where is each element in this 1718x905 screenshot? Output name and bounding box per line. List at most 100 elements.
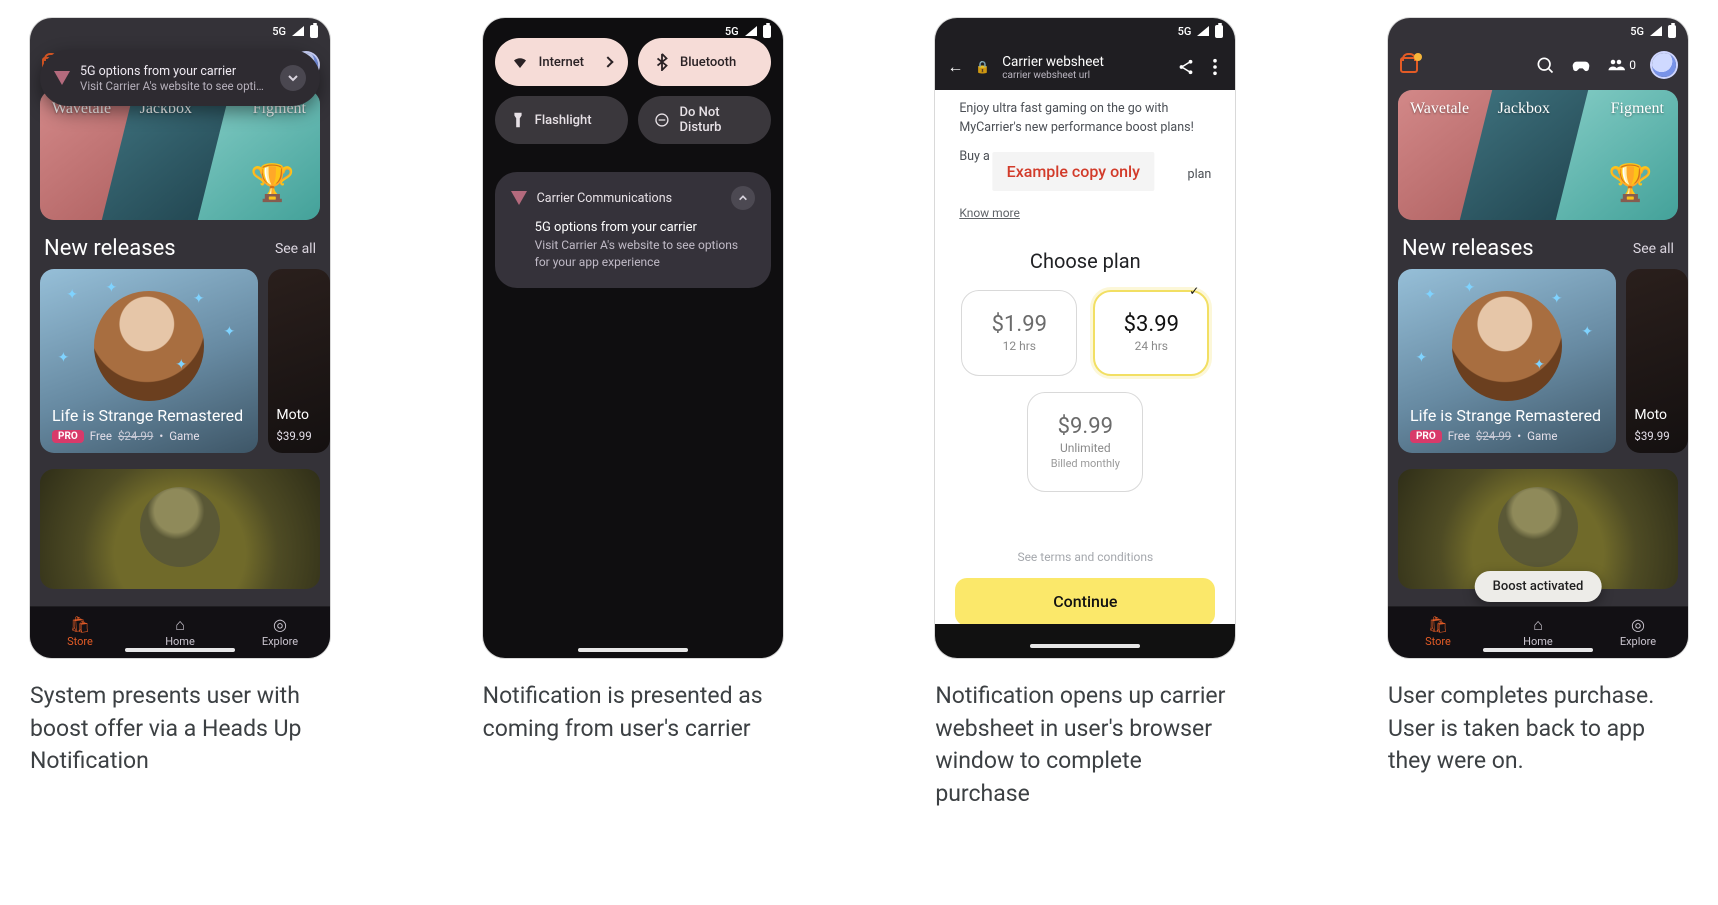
card2-title: Moto bbox=[276, 407, 309, 423]
more-icon[interactable] bbox=[1207, 58, 1223, 76]
plan-1[interactable]: $1.99 12 hrs bbox=[961, 290, 1077, 376]
card1-free: Free bbox=[1448, 429, 1470, 443]
gamepad-icon[interactable] bbox=[1571, 55, 1591, 75]
search-icon[interactable] bbox=[1535, 55, 1555, 75]
tab-home-label: Home bbox=[1523, 635, 1553, 648]
tab-explore[interactable]: ◎ Explore bbox=[1588, 607, 1688, 658]
status-network: 5G bbox=[1630, 25, 1644, 38]
qs-flashlight-label: Flashlight bbox=[535, 113, 592, 128]
section-title: New releases bbox=[44, 236, 176, 261]
battery-icon bbox=[1215, 25, 1223, 38]
see-all-link[interactable]: See all bbox=[1633, 241, 1674, 257]
caption-4: User completes purchase. User is taken b… bbox=[1388, 680, 1688, 778]
battery-icon bbox=[310, 25, 318, 38]
caption-1: System presents user with boost offer vi… bbox=[30, 680, 330, 778]
card-row: ✦✦ ✦✦ ✦✦ Life is Strange Remastered PRO … bbox=[1388, 269, 1688, 453]
caption-3: Notification opens up carrier websheet i… bbox=[935, 680, 1235, 811]
device-1: 5G 0 Wavetale Jackbox Figment bbox=[30, 18, 330, 658]
step-3: 5G ← 🔒 Carrier websheet carrier websheet… bbox=[935, 18, 1235, 811]
card2-price: $39.99 bbox=[1634, 429, 1669, 443]
gift-icon[interactable] bbox=[1400, 57, 1418, 73]
store-topbar: 0 bbox=[1388, 46, 1688, 84]
example-overlay: Example copy only bbox=[993, 152, 1154, 191]
status-network: 5G bbox=[1178, 25, 1192, 38]
section-title: New releases bbox=[1402, 236, 1534, 261]
hero-title-2: Jackbox bbox=[1498, 100, 1550, 118]
plan-2[interactable]: $3.99 24 hrs bbox=[1093, 290, 1209, 376]
card-row: ✦✦ ✦✦ ✦✦ Life is Strange Remastered PRO … bbox=[30, 269, 330, 453]
share-icon[interactable] bbox=[1177, 58, 1195, 76]
explore-icon: ◎ bbox=[273, 617, 287, 633]
qs-internet[interactable]: Internet bbox=[495, 38, 628, 86]
hero-title-1: Wavetale bbox=[1410, 100, 1469, 118]
plan-3[interactable]: $9.99 Unlimited Billed monthly bbox=[1027, 392, 1143, 492]
home-icon: ⌂ bbox=[1533, 617, 1543, 633]
notif-title: 5G options from your carrier bbox=[535, 220, 755, 235]
home-indicator[interactable] bbox=[125, 648, 235, 652]
home-indicator[interactable] bbox=[578, 648, 688, 652]
game-card-2[interactable]: Moto $39.99 bbox=[1626, 269, 1688, 453]
card1-free: Free bbox=[90, 429, 112, 443]
card1-title: Life is Strange Remastered bbox=[52, 406, 246, 425]
tab-explore[interactable]: ◎ Explore bbox=[230, 607, 330, 658]
friends-count[interactable]: 0 bbox=[1607, 58, 1636, 72]
continue-button[interactable]: Continue bbox=[955, 578, 1215, 626]
home-indicator[interactable] bbox=[1483, 648, 1593, 652]
status-network: 5G bbox=[272, 25, 286, 38]
card1-dot: • bbox=[1517, 429, 1521, 443]
store-icon: 🛍 bbox=[70, 617, 90, 633]
dnd-icon bbox=[654, 111, 670, 129]
terms-link[interactable]: See terms and conditions bbox=[935, 550, 1235, 564]
tab-store[interactable]: 🛍 Store bbox=[30, 607, 130, 658]
hero-title-3: Figment bbox=[1611, 100, 1664, 118]
expand-button[interactable] bbox=[280, 65, 306, 91]
status-bar: 5G bbox=[30, 18, 330, 44]
secondary-banner[interactable] bbox=[40, 469, 320, 589]
status-bar: 5G bbox=[1388, 18, 1688, 44]
trophy-icon bbox=[1608, 162, 1648, 210]
game-card-1[interactable]: ✦✦ ✦✦ ✦✦ Life is Strange Remastered PRO … bbox=[1398, 269, 1616, 453]
heads-up-notification[interactable]: 5G options from your carrier Visit Carri… bbox=[40, 50, 320, 106]
lock-icon: 🔒 bbox=[975, 60, 990, 74]
pro-badge: PRO bbox=[52, 430, 84, 443]
websheet-toolbar: ← 🔒 Carrier websheet carrier websheet ur… bbox=[935, 44, 1235, 90]
card1-title: Life is Strange Remastered bbox=[1410, 406, 1604, 425]
plan-1-price: $1.99 bbox=[992, 312, 1047, 337]
carrier-signal-icon bbox=[511, 191, 527, 205]
plan-3-sub2: Billed monthly bbox=[1051, 457, 1120, 470]
choose-plan-heading: Choose plan bbox=[959, 246, 1211, 276]
card1-cat: Game bbox=[169, 429, 199, 443]
card2-price: $39.99 bbox=[276, 429, 311, 443]
collapse-button[interactable] bbox=[731, 186, 755, 210]
avatar[interactable] bbox=[1652, 53, 1676, 77]
continue-label: Continue bbox=[1053, 592, 1117, 611]
status-bar: 5G bbox=[935, 18, 1235, 44]
step-1: 5G 0 Wavetale Jackbox Figment bbox=[30, 18, 330, 778]
qs-internet-label: Internet bbox=[539, 55, 584, 70]
ws-intro: Enjoy ultra fast gaming on the go with M… bbox=[959, 100, 1211, 138]
home-icon: ⌂ bbox=[175, 617, 185, 633]
notification-card[interactable]: Carrier Communications 5G options from y… bbox=[495, 172, 771, 288]
tab-store[interactable]: 🛍 Store bbox=[1388, 607, 1488, 658]
carrier-signal-icon bbox=[54, 71, 70, 85]
section-header: New releases See all bbox=[30, 220, 330, 269]
qs-bluetooth[interactable]: Bluetooth bbox=[638, 38, 771, 86]
game-card-2[interactable]: Moto $39.99 bbox=[268, 269, 330, 453]
hero-banner[interactable]: Wavetale Jackbox Figment bbox=[1398, 90, 1678, 220]
qs-bluetooth-label: Bluetooth bbox=[680, 55, 736, 70]
back-button[interactable]: ← bbox=[947, 57, 963, 77]
qs-dnd[interactable]: Do Not Disturb bbox=[638, 96, 771, 144]
flashlight-icon bbox=[511, 111, 525, 129]
see-all-link[interactable]: See all bbox=[275, 241, 316, 257]
card1-strike: $24.99 bbox=[1476, 429, 1511, 443]
game-card-1[interactable]: ✦✦ ✦✦ ✦✦ Life is Strange Remastered PRO … bbox=[40, 269, 258, 453]
card2-title: Moto bbox=[1634, 407, 1667, 423]
hero-banner[interactable]: Wavetale Jackbox Figment bbox=[40, 90, 320, 220]
device-4: 5G 0 Wavetale Jackbox Figment bbox=[1388, 18, 1688, 658]
plan-2-sub: 24 hrs bbox=[1135, 339, 1168, 353]
caption-2: Notification is presented as coming from… bbox=[483, 680, 783, 745]
know-more-link[interactable]: Know more bbox=[959, 206, 1020, 220]
store-icon: 🛍 bbox=[1428, 617, 1448, 633]
qs-flashlight[interactable]: Flashlight bbox=[495, 96, 628, 144]
home-indicator[interactable] bbox=[1030, 644, 1140, 648]
